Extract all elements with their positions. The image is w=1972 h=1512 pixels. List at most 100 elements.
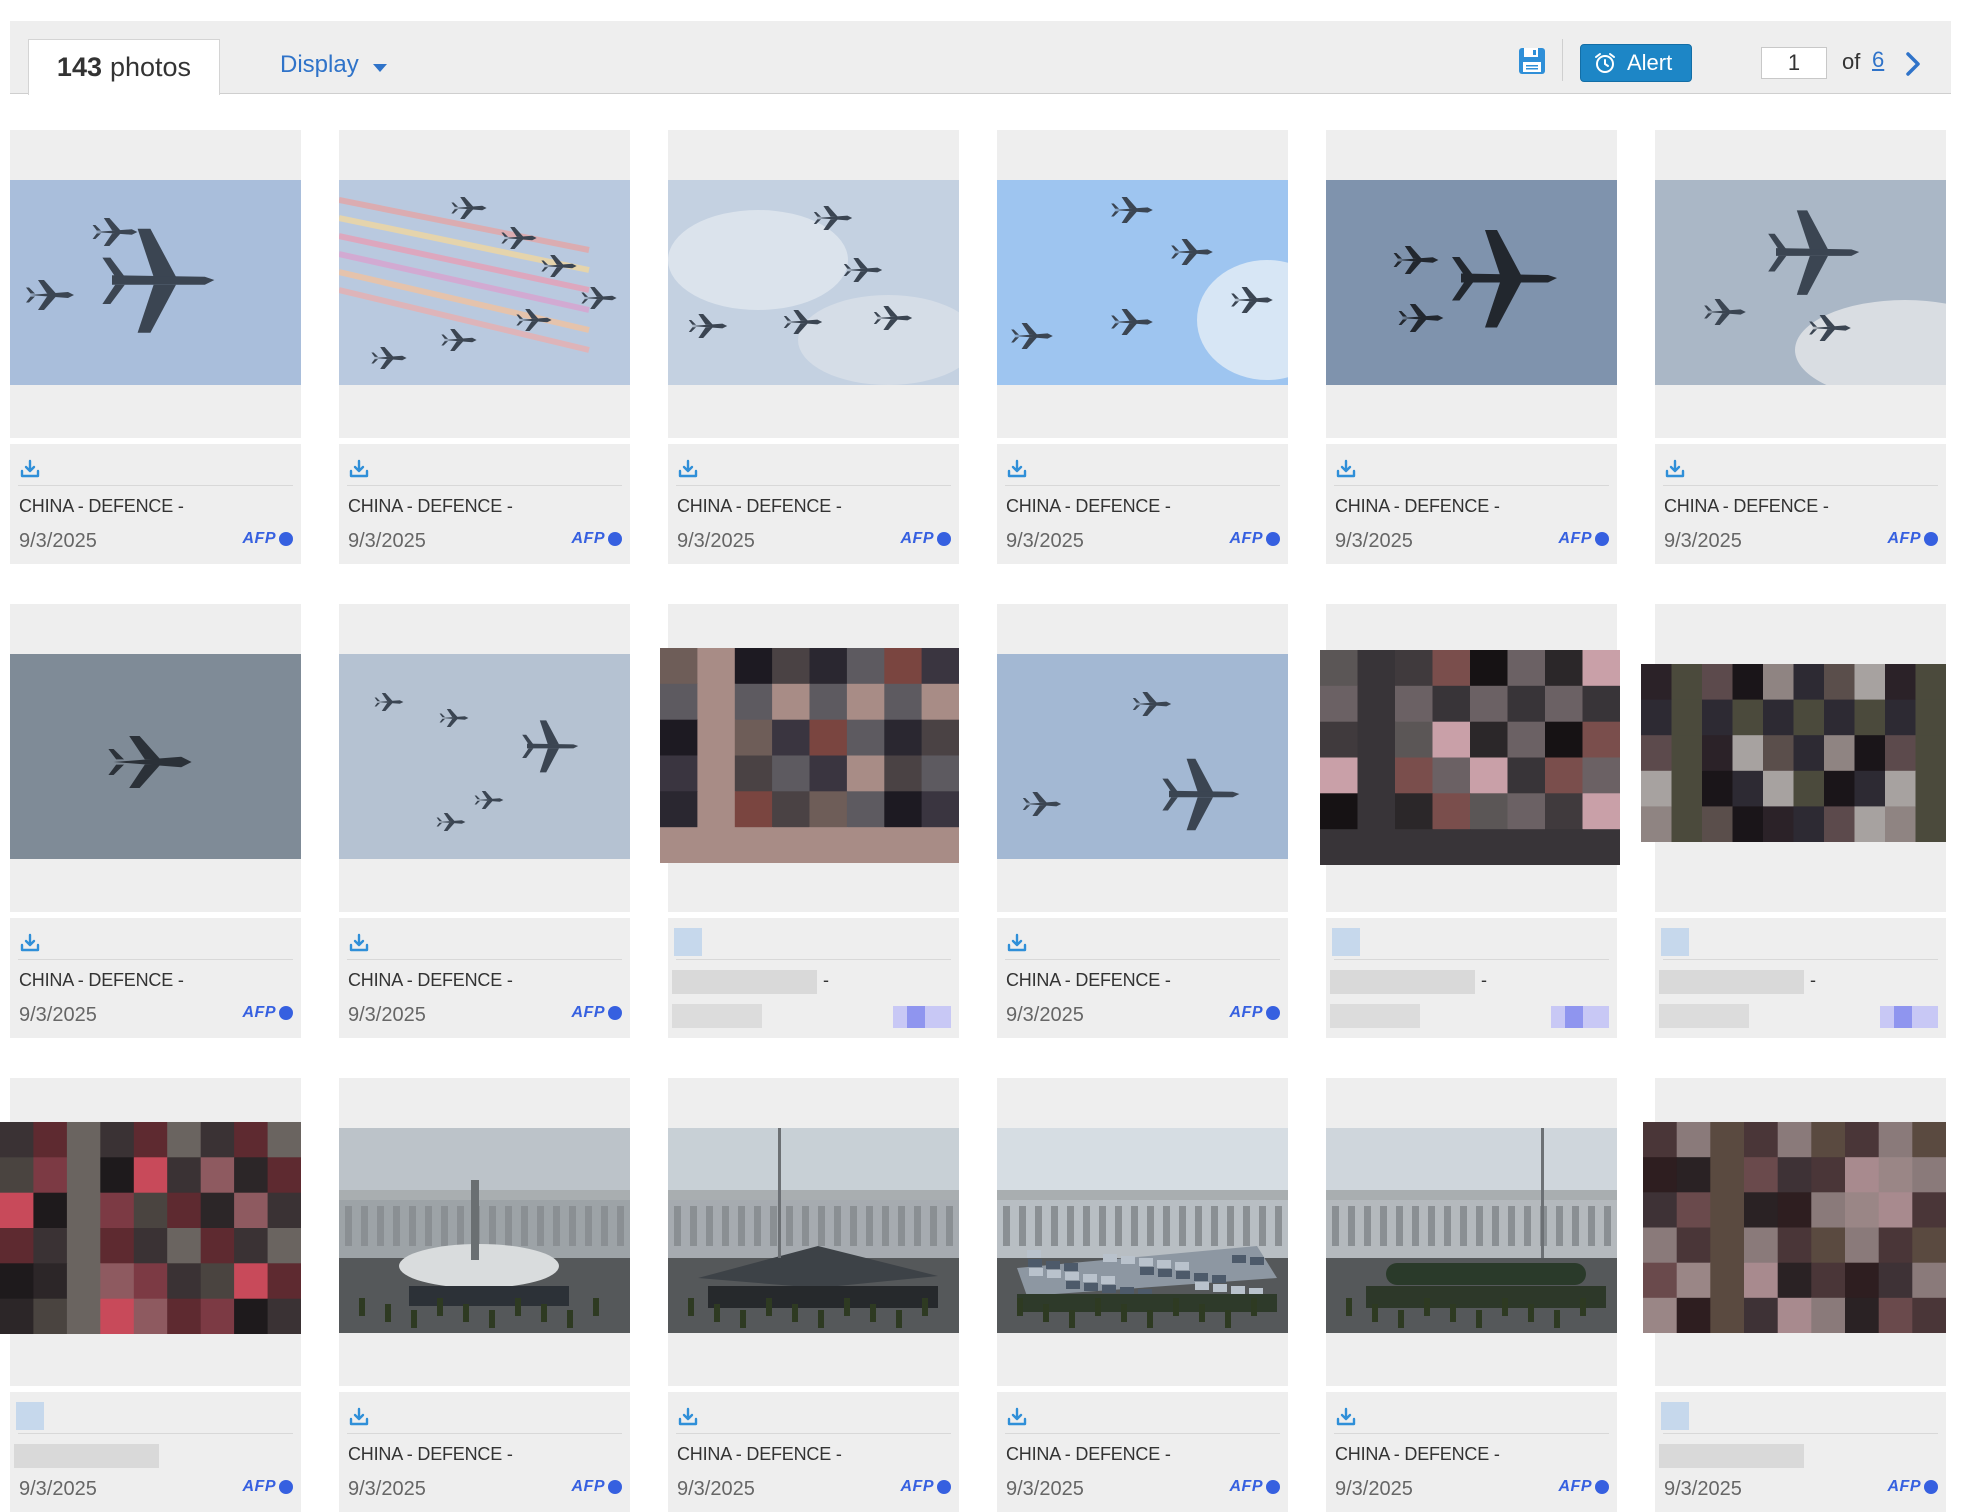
download-icon-placeholder[interactable] (1661, 928, 1689, 956)
photo-thumbnail[interactable] (660, 648, 959, 863)
meta-divider (1005, 1433, 1280, 1434)
photo-credit: AFP (1558, 530, 1592, 547)
download-icon-placeholder[interactable] (1661, 1402, 1689, 1430)
photo-date: 9/3/2025 (1664, 1478, 1742, 1500)
afp-dot-icon (937, 532, 951, 546)
photo-thumbnail[interactable] (339, 654, 630, 859)
photo-meta: 9/3/2025 AFP (1655, 1392, 1946, 1512)
meta-divider (1334, 1433, 1609, 1434)
photo-card[interactable]: CHINA - DEFENCE - 9/3/2025 AFP (1326, 130, 1617, 564)
photo-caption[interactable]: CHINA - DEFENCE - (1335, 496, 1500, 517)
photo-credit: AFP (1558, 1478, 1592, 1495)
photo-thumbnail[interactable] (0, 1122, 301, 1334)
photo-card[interactable]: CHINA - DEFENCE - 9/3/2025 AFP (1655, 130, 1946, 564)
photo-thumbnail[interactable] (997, 1128, 1288, 1333)
photo-card[interactable]: CHINA - DEFENCE - 9/3/2025 AFP (339, 130, 630, 564)
photo-caption[interactable]: CHINA - DEFENCE - (677, 1444, 842, 1465)
download-icon[interactable] (1006, 932, 1028, 954)
download-icon[interactable] (19, 458, 41, 480)
download-icon[interactable] (348, 1406, 370, 1428)
photo-caption[interactable]: CHINA - DEFENCE - (1006, 1444, 1171, 1465)
photo-thumbnail[interactable] (668, 180, 959, 385)
download-icon[interactable] (677, 458, 699, 480)
photo-caption[interactable]: CHINA - DEFENCE - (1664, 496, 1829, 517)
photo-credit: AFP (1887, 1478, 1921, 1495)
afp-logo: AFP (1558, 530, 1609, 548)
photo-thumbnail[interactable] (1320, 650, 1620, 865)
photo-thumbnail[interactable] (10, 180, 301, 385)
download-icon[interactable] (1335, 1406, 1357, 1428)
photo-count-tab[interactable]: 143 photos (28, 39, 220, 95)
photo-caption[interactable]: CHINA - DEFENCE - (19, 970, 184, 991)
meta-divider (676, 959, 951, 960)
download-icon[interactable] (1006, 1406, 1028, 1428)
meta-divider (1663, 485, 1938, 486)
photo-card[interactable]: 9/3/2025 AFP (0, 1078, 301, 1512)
photo-date: 9/3/2025 (1006, 530, 1084, 552)
photo-card[interactable]: CHINA - DEFENCE - 9/3/2025 AFP (668, 130, 959, 564)
photo-card[interactable]: CHINA - DEFENCE - 9/3/2025 AFP (668, 1078, 959, 1512)
download-icon-placeholder[interactable] (16, 1402, 44, 1430)
display-label: Display (280, 51, 359, 78)
photo-thumbnail[interactable] (668, 1128, 959, 1333)
thumbnail-frame (997, 604, 1288, 912)
photo-card[interactable]: CHINA - DEFENCE - 9/3/2025 AFP (997, 604, 1288, 1038)
photo-thumbnail[interactable] (339, 1128, 630, 1333)
alarm-clock-icon (1595, 53, 1615, 73)
floppy-disk-icon[interactable] (1516, 45, 1548, 77)
photo-caption[interactable]: CHINA - DEFENCE - (1335, 1444, 1500, 1465)
download-icon[interactable] (19, 932, 41, 954)
photo-caption[interactable]: CHINA - DEFENCE - (1006, 496, 1171, 517)
photo-thumbnail[interactable] (1326, 1128, 1617, 1333)
photo-thumbnail[interactable] (997, 180, 1288, 385)
photo-caption[interactable]: CHINA - DEFENCE - (348, 1444, 513, 1465)
photo-card[interactable]: CHINA - DEFENCE - 9/3/2025 AFP (10, 604, 301, 1038)
photo-card[interactable]: CHINA - DEFENCE - 9/3/2025 AFP (997, 130, 1288, 564)
photo-card[interactable]: CHINA - DEFENCE - 9/3/2025 AFP (1326, 1078, 1617, 1512)
caption-placeholder (1659, 970, 1804, 994)
meta-divider (347, 959, 622, 960)
download-icon-placeholder[interactable] (674, 928, 702, 956)
download-icon[interactable] (1335, 458, 1357, 480)
download-icon[interactable] (1664, 458, 1686, 480)
photo-meta: CHINA - DEFENCE - 9/3/2025 AFP (997, 1392, 1288, 1512)
photo-date: 9/3/2025 (19, 530, 97, 552)
photo-thumbnail[interactable] (1655, 180, 1946, 385)
photo-caption[interactable]: CHINA - DEFENCE - (348, 970, 513, 991)
photo-caption[interactable]: CHINA - DEFENCE - (348, 496, 513, 517)
photo-card[interactable]: CHINA - DEFENCE - 9/3/2025 AFP (339, 1078, 630, 1512)
download-icon[interactable] (348, 932, 370, 954)
download-icon-placeholder[interactable] (1332, 928, 1360, 956)
download-icon[interactable] (1006, 458, 1028, 480)
download-icon[interactable] (348, 458, 370, 480)
photo-card[interactable]: CHINA - DEFENCE - 9/3/2025 AFP (997, 1078, 1288, 1512)
download-icon[interactable] (677, 1406, 699, 1428)
photo-caption[interactable]: CHINA - DEFENCE - (19, 496, 184, 517)
photo-card[interactable]: CHINA - DEFENCE - 9/3/2025 AFP (10, 130, 301, 564)
photo-thumbnail[interactable] (1643, 1122, 1946, 1333)
date-placeholder (672, 1004, 762, 1028)
photo-card[interactable]: - (1641, 604, 1946, 1038)
chevron-right-icon[interactable] (1902, 50, 1924, 78)
photo-caption[interactable]: CHINA - DEFENCE - (677, 496, 842, 517)
photo-card[interactable]: 9/3/2025 AFP (1643, 1078, 1946, 1512)
photo-card[interactable]: CHINA - DEFENCE - 9/3/2025 AFP (339, 604, 630, 1038)
photo-caption[interactable]: CHINA - DEFENCE - (1006, 970, 1171, 991)
page-number-input[interactable] (1761, 47, 1827, 79)
afp-dot-icon (1266, 1006, 1280, 1020)
photo-credit: AFP (1229, 530, 1263, 547)
afp-logo: AFP (243, 530, 293, 548)
photo-thumbnail[interactable] (10, 654, 301, 859)
alert-label: Alert (1627, 50, 1673, 75)
alert-button[interactable]: Alert (1580, 44, 1692, 82)
total-pages-link[interactable]: 6 (1872, 47, 1884, 73)
photo-thumbnail[interactable] (1326, 180, 1617, 385)
photo-thumbnail[interactable] (1641, 664, 1946, 842)
thumbnail-frame (1655, 130, 1946, 438)
photo-thumbnail[interactable] (339, 180, 630, 385)
afp-logo: AFP (1229, 530, 1280, 548)
photo-card[interactable]: - (660, 604, 959, 1038)
photo-card[interactable]: - (1320, 604, 1620, 1038)
photo-thumbnail[interactable] (997, 654, 1288, 859)
display-dropdown[interactable]: Display (280, 51, 387, 79)
